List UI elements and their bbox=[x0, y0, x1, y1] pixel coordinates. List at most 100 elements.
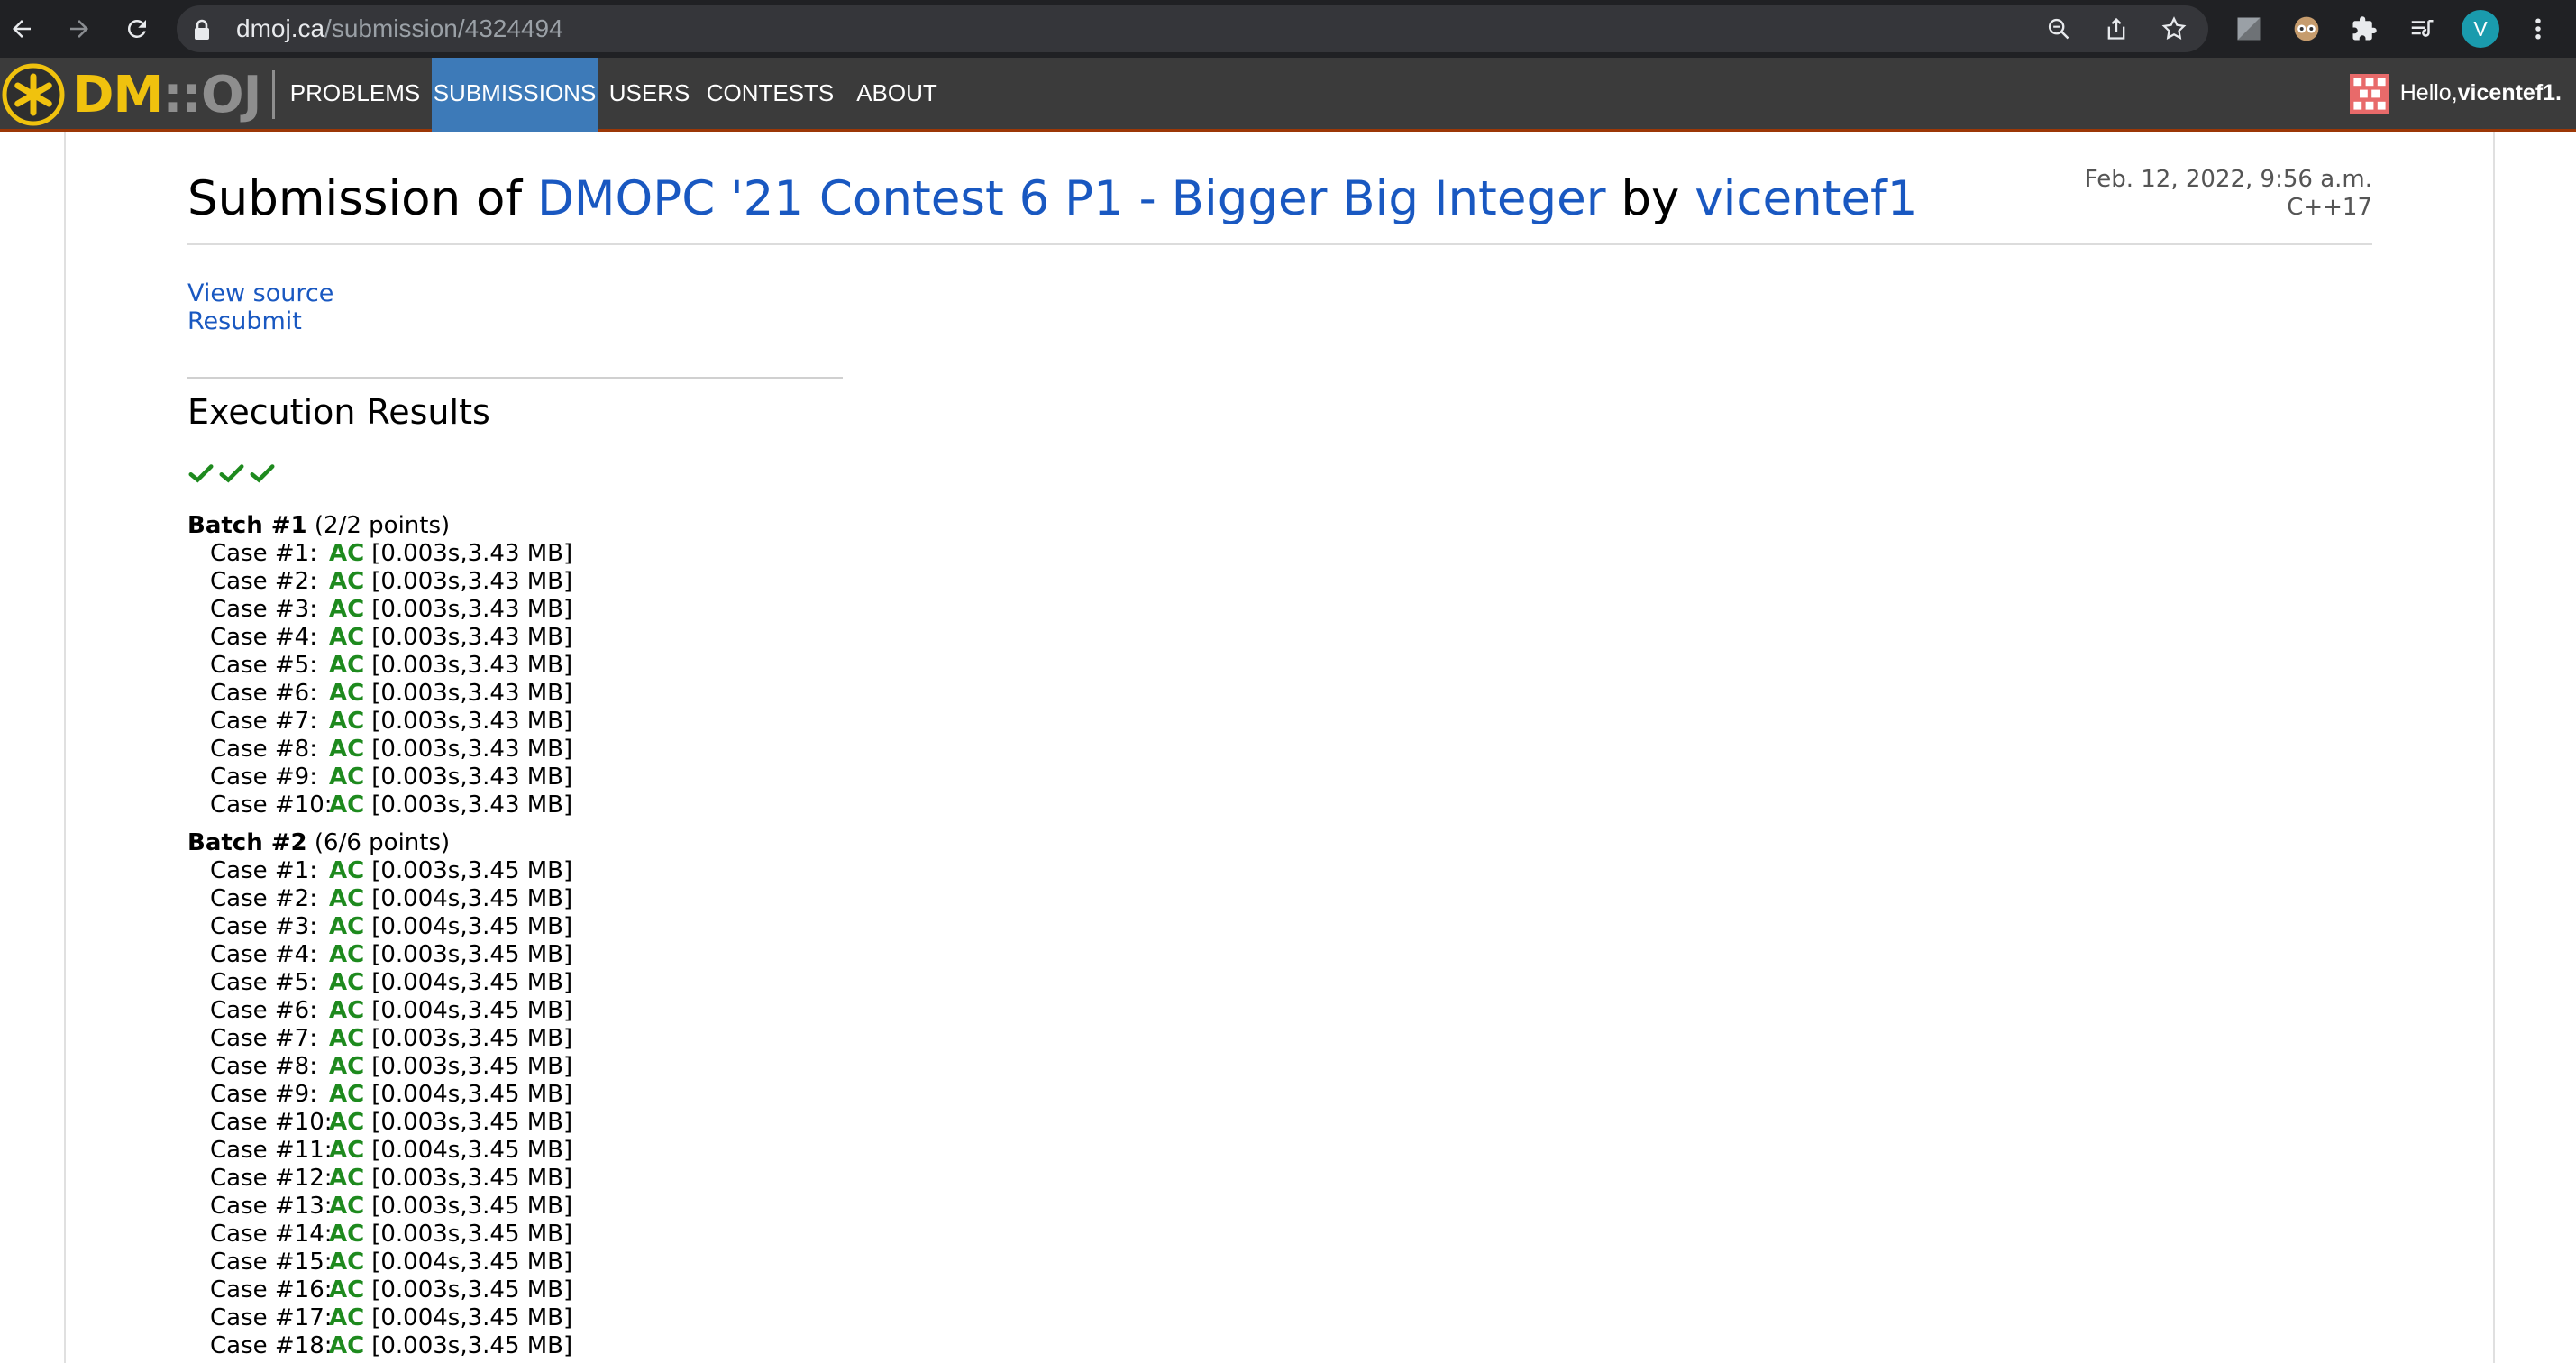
case-detail: [0.003s,3.43 MB] bbox=[371, 764, 573, 791]
case-label: Case #7: bbox=[210, 1025, 317, 1052]
case-status: AC bbox=[329, 857, 365, 884]
case-detail: [0.003s,3.45 MB] bbox=[371, 1332, 573, 1359]
url-text[interactable]: dmoj.ca/submission/4324494 bbox=[236, 5, 563, 52]
forward-arrow-icon[interactable] bbox=[59, 9, 99, 49]
batch-results: Batch #1 (2/2 points) Case #1: AC [0.003s,3… bbox=[187, 512, 572, 1360]
batch-points: (6/6 points) bbox=[306, 829, 451, 856]
submission-meta: Feb. 12, 2022, 9:56 a.m. C++17 bbox=[2085, 166, 2372, 222]
case-row: Case #18: AC [0.003s,3.45 MB] bbox=[187, 1332, 572, 1360]
case-label: Case #10: bbox=[210, 1109, 333, 1136]
case-detail: [0.004s,3.45 MB] bbox=[371, 1249, 573, 1276]
reload-icon[interactable] bbox=[117, 9, 157, 49]
case-row: Case #3: AC [0.003s,3.43 MB] bbox=[187, 596, 572, 624]
case-detail: [0.004s,3.45 MB] bbox=[371, 913, 573, 940]
nav-problems[interactable]: PROBLEMS bbox=[285, 58, 425, 129]
user-avatar[interactable] bbox=[2349, 73, 2389, 114]
back-arrow-icon[interactable] bbox=[2, 9, 41, 49]
nav-about[interactable]: ABOUT bbox=[845, 58, 948, 129]
case-status: AC bbox=[329, 1165, 365, 1192]
problem-link[interactable]: DMOPC '21 Contest 6 P1 - Bigger Big Inte… bbox=[537, 171, 1606, 226]
case-detail: [0.004s,3.45 MB] bbox=[371, 997, 573, 1024]
check-icon bbox=[188, 464, 214, 483]
case-status: AC bbox=[329, 1193, 365, 1220]
case-status: AC bbox=[329, 997, 365, 1024]
extension-icon[interactable] bbox=[2229, 9, 2269, 49]
submission-date: Feb. 12, 2022, 9:56 a.m. bbox=[2084, 166, 2372, 193]
batch-spacer bbox=[187, 819, 572, 829]
resubmit-link[interactable]: Resubmit bbox=[187, 307, 302, 335]
case-status: AC bbox=[329, 1276, 365, 1304]
extension-icon[interactable] bbox=[2287, 9, 2326, 49]
case-label: Case #3: bbox=[210, 596, 317, 623]
page-title: Submission of DMOPC '21 Contest 6 P1 - B… bbox=[187, 166, 1917, 233]
url-path: /submission/4324494 bbox=[324, 14, 563, 42]
case-row: Case #4: AC [0.003s,3.45 MB] bbox=[187, 941, 572, 969]
case-row: Case #2: AC [0.004s,3.45 MB] bbox=[187, 885, 572, 913]
zoom-icon[interactable] bbox=[2042, 13, 2075, 45]
case-label: Case #13: bbox=[210, 1193, 333, 1220]
logo-separator: :: bbox=[162, 65, 202, 124]
title-row: Submission of DMOPC '21 Contest 6 P1 - B… bbox=[187, 166, 2372, 245]
case-label: Case #9: bbox=[210, 1081, 317, 1108]
lock-icon[interactable] bbox=[193, 19, 211, 44]
site-navbar: DM::OJ PROBLEMS SUBMISSIONS USERS CONTES… bbox=[0, 58, 2576, 132]
case-detail: [0.003s,3.43 MB] bbox=[371, 624, 573, 651]
case-detail: [0.004s,3.45 MB] bbox=[371, 969, 573, 996]
case-detail: [0.003s,3.43 MB] bbox=[371, 736, 573, 763]
kebab-menu-icon[interactable] bbox=[2518, 9, 2558, 49]
site-logo[interactable]: DM::OJ bbox=[0, 61, 261, 128]
case-row: Case #1: AC [0.003s,3.43 MB] bbox=[187, 540, 572, 568]
case-detail: [0.003s,3.45 MB] bbox=[371, 1276, 573, 1304]
user-menu[interactable]: Hello, vicentef1. bbox=[2349, 58, 2562, 129]
username-text[interactable]: vicentef1. bbox=[2458, 80, 2562, 106]
case-row: Case #3: AC [0.004s,3.45 MB] bbox=[187, 913, 572, 941]
user-link[interactable]: vicentef1 bbox=[1694, 171, 1917, 226]
check-icon bbox=[250, 464, 275, 483]
puzzle-icon[interactable] bbox=[2344, 9, 2384, 49]
batch-name: Batch #2 bbox=[187, 829, 307, 856]
case-status: AC bbox=[329, 1304, 365, 1331]
case-label: Case #3: bbox=[210, 913, 317, 940]
case-label: Case #4: bbox=[210, 941, 317, 968]
case-label: Case #5: bbox=[210, 652, 317, 679]
case-label: Case #18: bbox=[210, 1332, 333, 1359]
case-status: AC bbox=[329, 1332, 365, 1359]
url-host: dmoj.ca bbox=[236, 14, 325, 42]
profile-avatar[interactable]: V bbox=[2462, 10, 2499, 48]
reading-list-icon[interactable] bbox=[2402, 9, 2442, 49]
bookmark-star-icon[interactable] bbox=[2158, 13, 2190, 45]
case-detail: [0.003s,3.45 MB] bbox=[371, 1165, 573, 1192]
case-row: Case #10: AC [0.003s,3.43 MB] bbox=[187, 791, 572, 819]
share-icon[interactable] bbox=[2100, 13, 2133, 45]
case-label: Case #1: bbox=[210, 540, 317, 567]
case-status: AC bbox=[329, 913, 365, 940]
section-divider bbox=[187, 377, 843, 379]
case-detail: [0.004s,3.45 MB] bbox=[371, 885, 573, 912]
case-status: AC bbox=[329, 791, 365, 819]
case-label: Case #8: bbox=[210, 1053, 317, 1080]
greeting-text: Hello, bbox=[2399, 80, 2458, 105]
case-detail: [0.003s,3.45 MB] bbox=[371, 1193, 573, 1220]
case-row: Case #5: AC [0.003s,3.43 MB] bbox=[187, 652, 572, 680]
case-status: AC bbox=[329, 764, 365, 791]
case-label: Case #10: bbox=[210, 791, 333, 819]
address-bar[interactable]: dmoj.ca/submission/4324494 bbox=[177, 5, 2208, 52]
view-source-link[interactable]: View source bbox=[187, 279, 333, 307]
case-label: Case #2: bbox=[210, 885, 317, 912]
logo-divider bbox=[272, 70, 275, 119]
case-status: AC bbox=[329, 1221, 365, 1248]
nav-submissions[interactable]: SUBMISSIONS bbox=[432, 58, 598, 132]
case-detail: [0.003s,3.43 MB] bbox=[371, 680, 573, 707]
title-prefix: Submission of bbox=[187, 171, 523, 226]
case-label: Case #5: bbox=[210, 969, 317, 996]
case-row: Case #8: AC [0.003s,3.43 MB] bbox=[187, 736, 572, 764]
case-detail: [0.003s,3.45 MB] bbox=[371, 1109, 573, 1136]
case-label: Case #2: bbox=[210, 568, 317, 595]
nav-users[interactable]: USERS bbox=[604, 58, 695, 129]
submission-actions: View source Resubmit bbox=[187, 279, 333, 335]
nav-contests[interactable]: CONTESTS bbox=[701, 58, 839, 129]
case-label: Case #15: bbox=[210, 1249, 333, 1276]
execution-results-heading: Execution Results bbox=[187, 392, 490, 432]
browser-toolbar: dmoj.ca/submission/4324494 V bbox=[0, 0, 2576, 58]
case-status: AC bbox=[329, 596, 365, 623]
